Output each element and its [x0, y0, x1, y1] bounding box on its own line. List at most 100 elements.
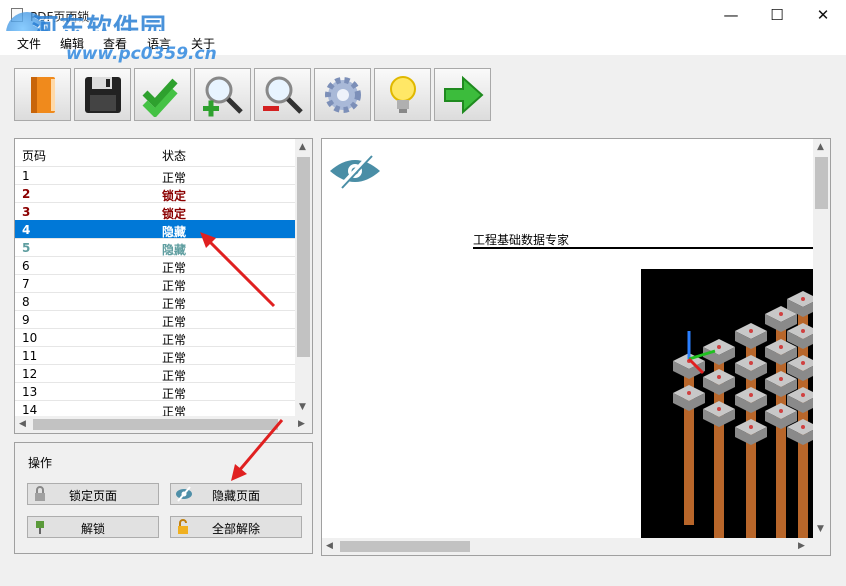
unlock-label: 解锁 — [80, 522, 105, 536]
scroll-up-arrow-icon[interactable]: ▲ — [299, 142, 306, 152]
row-page-number: 1 — [22, 169, 30, 183]
table-row[interactable]: 4 隐藏 — [15, 220, 296, 239]
pile-marker — [717, 407, 721, 411]
double-check-icon — [142, 78, 178, 117]
scroll-right-arrow-icon[interactable]: ▶ — [298, 419, 305, 429]
table-row[interactable]: 9 正常 — [15, 310, 296, 329]
zoom-in-button[interactable] — [194, 68, 251, 121]
arrow-right-icon — [444, 75, 484, 115]
pile-marker — [801, 425, 805, 429]
row-page-number: 7 — [22, 277, 30, 291]
watermark-url: www.pc0359.cn — [66, 44, 217, 64]
pile-marker — [717, 375, 721, 379]
page-preview: 工程基础数据专家 ▲ ▼ ◀ ▶ — [321, 138, 831, 556]
pile-marker — [779, 377, 783, 381]
row-page-number: 12 — [22, 367, 38, 381]
document-rule — [473, 247, 813, 249]
open-button[interactable] — [14, 68, 71, 121]
preview-horizontal-scroll-thumb[interactable] — [340, 541, 470, 552]
maximize-button[interactable]: ☐ — [754, 0, 800, 31]
pile-marker — [779, 345, 783, 349]
table-row[interactable]: 7 正常 — [15, 274, 296, 293]
zoom-out-button[interactable] — [254, 68, 311, 121]
row-page-number: 14 — [22, 403, 38, 417]
check-button[interactable] — [134, 68, 191, 121]
row-page-number: 4 — [22, 223, 31, 237]
pile-marker — [749, 329, 753, 333]
settings-button[interactable] — [314, 68, 371, 121]
table-row[interactable]: 1 正常 — [15, 166, 296, 185]
lightbulb-icon — [390, 76, 416, 113]
list-header: 页码 状态 — [15, 139, 296, 166]
next-button[interactable] — [434, 68, 491, 121]
pile-marker — [801, 393, 805, 397]
pile-marker — [749, 393, 753, 397]
document-image-pile-foundation — [641, 269, 813, 539]
book-icon — [31, 77, 55, 113]
preview-vertical-scrollbar[interactable]: ▲ ▼ — [813, 139, 830, 538]
row-page-number: 11 — [22, 349, 38, 363]
row-page-number: 3 — [22, 205, 31, 219]
list-horizontal-scroll-thumb[interactable] — [33, 419, 278, 430]
zoom-out-icon — [263, 76, 303, 114]
unlock-button[interactable]: 解锁 — [27, 516, 159, 538]
table-row[interactable]: 12 正常 — [15, 364, 296, 383]
scroll-down-arrow-icon[interactable]: ▼ — [299, 402, 306, 412]
pile-foundation-illustration — [673, 291, 813, 539]
pile-marker — [801, 361, 805, 365]
close-button[interactable]: ✕ — [800, 0, 846, 31]
preview-scroll-down-arrow-icon[interactable]: ▼ — [817, 524, 824, 534]
row-page-number: 2 — [22, 187, 31, 201]
pile-marker — [717, 345, 721, 349]
zoom-in-icon — [203, 76, 243, 117]
table-row[interactable]: 5 隐藏 — [15, 238, 296, 257]
pile-marker — [687, 391, 691, 395]
list-vertical-scrollbar[interactable]: ▲ ▼ — [295, 139, 312, 416]
pile-shaft — [776, 423, 786, 539]
pile-shaft — [684, 405, 694, 525]
pile-marker — [749, 425, 753, 429]
column-header-status[interactable]: 状态 — [162, 147, 186, 164]
page-list: 页码 状态 1 正常 2 锁定 3 锁定 4 隐藏 5 隐藏 6 正常 7 正常 8 正常 9 正常 10 正常 11 正… — [14, 138, 313, 434]
table-row[interactable]: 8 正常 — [15, 292, 296, 311]
table-row[interactable]: 11 正常 — [15, 346, 296, 365]
lock-page-label: 锁定页面 — [68, 489, 117, 503]
table-row[interactable]: 10 正常 — [15, 328, 296, 347]
list-horizontal-scrollbar[interactable]: ◀ ▶ — [15, 416, 312, 433]
preview-vertical-scroll-thumb[interactable] — [815, 157, 828, 209]
operations-title: 操作 — [28, 456, 53, 470]
table-row[interactable]: 2 锁定 — [15, 184, 296, 203]
scroll-left-arrow-icon[interactable]: ◀ — [19, 419, 26, 429]
floppy-disk-icon — [85, 77, 121, 113]
list-vertical-scroll-thumb[interactable] — [297, 157, 310, 357]
release-all-button[interactable]: 全部解除 — [170, 516, 302, 538]
menu-file[interactable]: 文件 — [17, 35, 41, 52]
pile-marker — [801, 297, 805, 301]
table-row[interactable]: 3 锁定 — [15, 202, 296, 221]
row-page-number: 5 — [22, 241, 31, 255]
save-button[interactable] — [74, 68, 131, 121]
preview-horizontal-scrollbar[interactable]: ◀ ▶ — [322, 538, 830, 555]
preview-scroll-right-arrow-icon[interactable]: ▶ — [798, 541, 805, 551]
operations-panel: 操作 锁定页面 隐藏页面 解锁 全部解除 — [14, 442, 313, 554]
hide-page-button[interactable]: 隐藏页面 — [170, 483, 302, 505]
lock-page-button[interactable]: 锁定页面 — [27, 483, 159, 505]
tip-button[interactable] — [374, 68, 431, 121]
row-page-number: 13 — [22, 385, 38, 399]
column-header-page[interactable]: 页码 — [22, 147, 46, 164]
gear-icon — [325, 77, 361, 113]
table-row[interactable]: 6 正常 — [15, 256, 296, 275]
pile-marker — [779, 312, 783, 316]
table-row[interactable]: 13 正常 — [15, 382, 296, 401]
pile-marker — [801, 329, 805, 333]
hide-page-label: 隐藏页面 — [211, 489, 260, 503]
row-page-number: 8 — [22, 295, 30, 309]
preview-scroll-left-arrow-icon[interactable]: ◀ — [326, 541, 333, 551]
pile-shaft — [714, 421, 724, 539]
hidden-page-eye-slash-icon — [330, 153, 380, 189]
row-page-number: 9 — [22, 313, 30, 327]
pile-shaft — [798, 439, 808, 539]
minimize-button[interactable]: — — [708, 0, 754, 31]
preview-scroll-up-arrow-icon[interactable]: ▲ — [817, 142, 824, 152]
pile-marker — [749, 361, 753, 365]
